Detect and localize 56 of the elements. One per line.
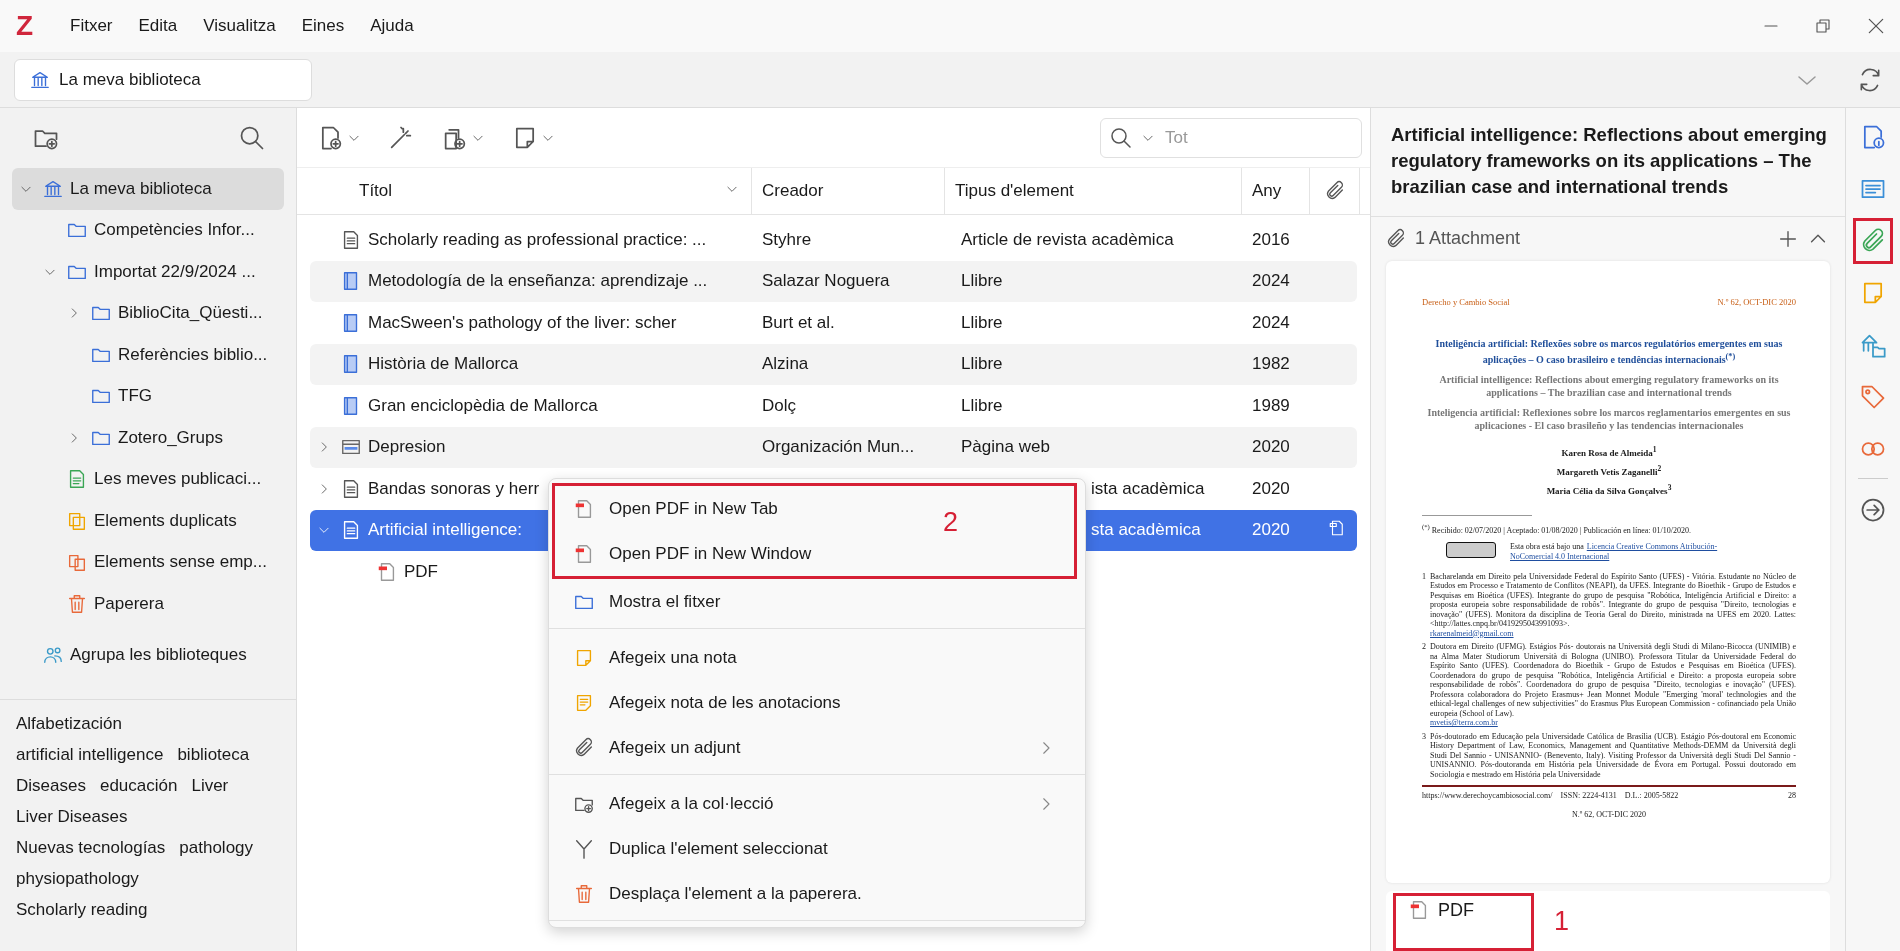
year-cell: 1989 [1252,395,1290,415]
footer-issue: N.º 62, OCT-DIC 2020 [1571,810,1647,820]
type-cell: Pàgina web [961,437,1050,457]
title-cell: Gran enciclopèdia de Mallorca [368,395,598,416]
footnote-mark: 1 [1422,571,1426,583]
footer-text: 28 [1788,791,1796,801]
year-cell: 1982 [1252,354,1290,374]
marker-number: 2 [943,507,959,538]
year-cell: 2016 [1252,229,1290,249]
type-cell: Llibre [961,395,1003,415]
dates-line: $^{(*)}$ Recibido: 02/07/2020 | Aceptado: 01/08/2020 | Publicación en línea: 01/10/2020. [1422,522,1692,536]
title-cell: Depresion [368,437,446,458]
year-cell: 2020 [1252,520,1290,540]
type-cell: Llibre [961,312,1003,332]
license-text: Esta obra está bajo una [1510,541,1584,552]
creator-cell: Organización Mun... [762,437,915,457]
year-cell: 2020 [1252,478,1290,498]
type-cell: Article de revista acadèmica [961,229,1174,249]
footer-text: ISSN: 2224-4131 [1560,791,1617,801]
creator-cell: Alzina [762,354,809,374]
marker-number: 1 [1554,906,1570,938]
title-cell: PDF [404,561,438,582]
title-cell: Scholarly reading as professional practice: ... [368,229,707,250]
creator-cell: Burt et al. [762,312,835,332]
footnote-text: Doutora em Direito (UFMG). Estágios Pós- doutorais na Università degli Studi di Milano-Bicocca (UNIMIB) e na Alma Mater Studiorum Università di Bologna (UNIBO). Professora Titular da Universidade Federal do Espírito Santo (UFES). Coordenadora do Bioethik - Grupo de Estudos e Pesquisas em Bioética (UFES). Coordenadora do grupo de pesquisa "Robótica, Inteligência Artificial e Direito: a proposta europeia sobre responsabilidade de robôs". Coordenadora do grupo de pesquisa "Direito, tecnologias e inovação" (UFES). Professora colaboradora do Projeto Erasmus+ Jean Monnet Module "Emerging 'moral' technologies and the ethical-legal challenges of new subjectivities" do Erasmus Plus European Commission - cofinanciado pela União europeia (School of Law). [1430,642,1796,718]
type-cell: ista acadèmica [1091,478,1205,498]
footer-text: D.L.: 2005-5822 [1624,791,1679,801]
section-heading: 1 Attachment [1415,228,1522,250]
title-cell: Metodología de la enseñanza: aprendizaje ... [368,271,708,292]
title-cell: MacSween's pathology of the liver: scher [368,312,677,333]
footnote-text: Pós-doutorado em Educação pela Universidade Católica de Brasília (UCB). Estágio Pós-doutoral em Economic History Department of Law, Economics, Management and Quantitative Methods-DEMM da Università degli Studi Del Sannio - UNISANNIO- (Benevento, Italy). Visiting Professor da Università degli Studi Del Sannio - UNISANNIO. Pós-doutoranda em História pela Universidade de Évora em Portugal. Possui doutorado em Sociologia e mestrado em História pela Universidade [1430,731,1796,779]
creator-cell: Salazar Noguera [762,271,890,291]
year-cell: 2020 [1252,437,1290,457]
creator-cell: Dolç [762,395,796,415]
footnote-mark: 3 [1422,731,1426,743]
author-name: Maria Célia da Silva Gonçalves$^{3}$ [1545,482,1673,499]
journal-name: Derecho y Cambio Social [1422,296,1510,307]
footnote-text: Bacharelanda em Direito pela Universidade Federal do Espírito Santo (UFES) - Vitória. Estudante no Núcleo de Estudos em Processo e Tratamento de Conflitos (NEAPI), da UFES. Integrante do Bioethik - Grupo de Estudos e Pesquisas em Bioética (UFES). Integrante do grupo de pesquisa "Robótica, Inteligência Artificial e Direito: a proposta europeia sobre responsabilidade de robôs". Integrante do grupo de pesquisa "Direito, tecnologias e inovação" (UFES). Monitora da disciplina de Teoria Geral do Direito, ministrada na UFES em 2020. Lattes: <http://lattes.cnpq.br/0419295043991093>. [1430,571,1796,629]
footer-text: https://www.derechoycambiosocial.com/ [1422,791,1553,801]
title-cell: Bandas sonoras y herr [368,478,540,499]
document-subtitle: Artificial intelligence: Reflections about emerging regulatory frameworks on its applications – The brazilian case and international trends [1438,374,1780,400]
app-logo: Z [16,10,35,42]
type-cell: sta acadèmica [1091,520,1201,540]
author-name: Margareth Vetis Zaganelli$^{2}$ [1555,463,1663,480]
year-cell: 2024 [1252,271,1290,291]
author-name: Karen Rosa de Almeida$^{1}$ [1560,444,1658,461]
footnote-mark: 2 [1422,642,1426,654]
title-cell: Història de Mallorca [368,354,519,375]
type-cell: Llibre [961,271,1003,291]
document-title: Inteligência artificial: Reflexões sobre os marcos regulatórios emergentes em suas aplicações – O caso brasileiro e tendências internacionais$^{(*)}$ [1434,336,1784,367]
year-cell: 2024 [1252,312,1290,332]
creator-cell: Styhre [762,229,812,249]
document-subtitle: Inteligencia artificial: Reflexiones sobre los marcos reglamentarios emergentes en sus aplicaciones - El caso brasileño y las tendencias internacionales [1426,407,1792,433]
type-cell: Llibre [961,354,1003,374]
title-cell: Artificial intelligence: [368,520,522,541]
issue-label: N.º 62, OCT-DIC 2020 [1717,296,1796,307]
